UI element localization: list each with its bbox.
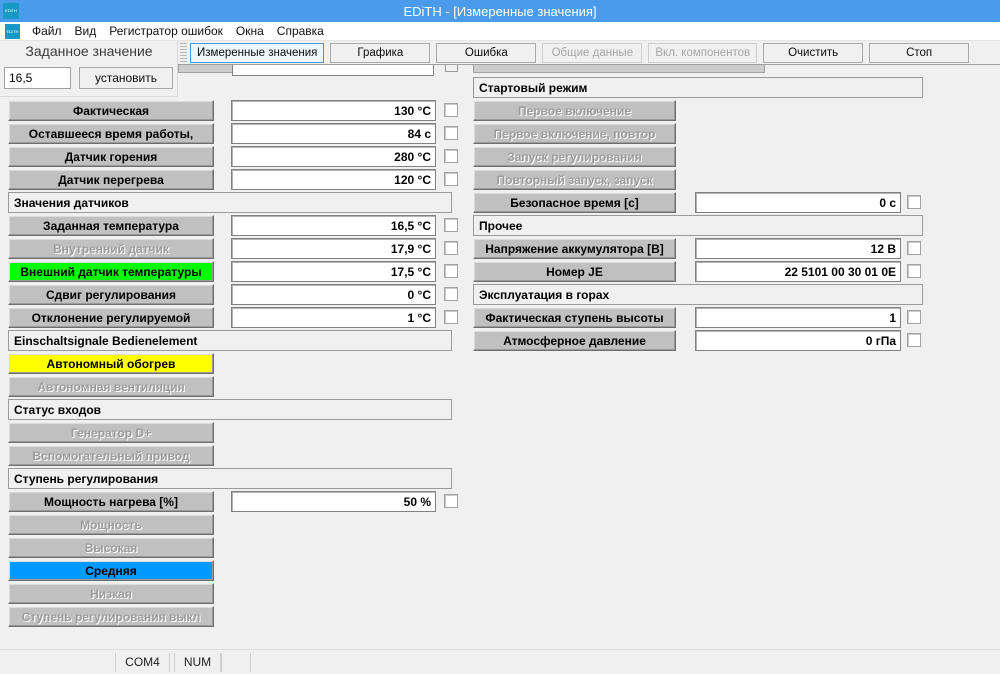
indicator-автономная-вентиляция[interactable]: Автономная вентиляция <box>8 376 214 397</box>
group-header-эксплуатация-в-горах: Эксплуатация в горах <box>473 284 923 305</box>
menu-item-view[interactable]: Вид <box>71 23 106 40</box>
indicator-низкая[interactable]: Низкая <box>8 583 214 604</box>
status-bar: COM4 NUM <box>0 649 1000 674</box>
plot-checkbox-датчик-перегрева[interactable] <box>444 172 458 186</box>
plot-checkbox-сдвиг-регулирования[interactable] <box>444 287 458 301</box>
plot-checkbox-датчик-горения[interactable] <box>444 149 458 163</box>
menu-item-error-logger[interactable]: Регистратор ошибок <box>105 23 232 40</box>
plot-checkbox-мощность-нагрева[interactable] <box>444 494 458 508</box>
clipped-value-field-left <box>232 65 434 76</box>
plot-checkbox-внутренний-датчик[interactable] <box>444 241 458 255</box>
indicator-высокая[interactable]: Высокая <box>8 537 214 558</box>
value-field-фактическая: 130 °C <box>231 100 436 121</box>
indicator-отклонение-регулируемой[interactable]: Отклонение регулируемой <box>8 307 214 328</box>
tab-stop[interactable]: Стоп <box>869 42 970 63</box>
menu-bar: EDiTH Файл Вид Регистратор ошибок Окна С… <box>0 22 1000 41</box>
group-header-стартовый-режим: Стартовый режим <box>473 77 923 98</box>
status-extra-cell <box>221 652 251 672</box>
indicator-номер-je[interactable]: Номер JE <box>473 261 676 282</box>
indicator-безопасное-время-c[interactable]: Безопасное время [c] <box>473 192 676 213</box>
indicator-средняя[interactable]: Средняя <box>8 560 214 581</box>
indicator-мощность[interactable]: Мощность <box>8 514 214 535</box>
value-field-заданная-температура: 16,5 °C <box>231 215 436 236</box>
indicator-датчик-перегрева[interactable]: Датчик перегрева <box>8 169 214 190</box>
group-header-ступень-регулирования: Ступень регулирования <box>8 468 452 489</box>
tab-general-data[interactable]: Общие данные <box>542 42 643 63</box>
measured-values-pane: Фактическая 130 °C Оставшееся время работы… <box>0 65 1000 649</box>
indicator-ступень-регулирования-выкл[interactable]: Ступень регулирования выкл <box>8 606 214 627</box>
indicator-генератор-d[interactable]: Генератор D+ <box>8 422 214 443</box>
clipped-field-right[interactable] <box>473 65 765 73</box>
indicator-вспомогательный-привод[interactable]: Вспомогательный привод <box>8 445 214 466</box>
tab-strip: Измеренные значения Графика Ошибка Общие… <box>178 41 1000 65</box>
indicator-мощность-нагрева[interactable]: Мощность нагрева [%] <box>8 491 214 512</box>
status-spacer <box>0 653 115 672</box>
setpoint-title: Заданное значение <box>25 43 153 59</box>
indicator-первое-включение-повтор[interactable]: Первое включение, повтор <box>473 123 676 144</box>
value-field-мощность-нагрева: 50 % <box>231 491 436 512</box>
plot-checkbox-номер-je[interactable] <box>907 264 921 278</box>
edith-application-window: EDiTH EDiTH - [Измеренные значения] EDiT… <box>0 0 1000 674</box>
title-bar: EDiTH EDiTH - [Измеренные значения] <box>0 0 1000 22</box>
plot-checkbox-оставшееся-время-работы[interactable] <box>444 126 458 140</box>
clipped-checkbox-left[interactable] <box>445 65 458 72</box>
indicator-запуск-регулирования[interactable]: Запуск регулирования <box>473 146 676 167</box>
value-field-напряжение-аккумулятора-в: 12 В <box>695 238 901 259</box>
indicator-напряжение-аккумулятора-в[interactable]: Напряжение аккумулятора [В] <box>473 238 676 259</box>
plot-checkbox-безопасное-время-c[interactable] <box>907 195 921 209</box>
indicator-оставшееся-время-работы[interactable]: Оставшееся время работы, <box>8 123 214 144</box>
plot-checkbox-внешний-датчик-температуры[interactable] <box>444 264 458 278</box>
status-num-lock: NUM <box>174 652 221 672</box>
plot-checkbox-фактическая-ступень-высоты[interactable] <box>907 310 921 324</box>
indicator-заданная-температура[interactable]: Заданная температура <box>8 215 214 236</box>
indicator-внутренний-датчик[interactable]: Внутренний датчик <box>8 238 214 259</box>
value-field-внешний-датчик-температуры: 17,5 °C <box>231 261 436 282</box>
group-header-einschaltsignale-bedienelement: Einschaltsignale Bedienelement <box>8 330 452 351</box>
value-field-внутренний-датчик: 17,9 °C <box>231 238 436 259</box>
menu-item-windows[interactable]: Окна <box>232 23 273 40</box>
value-field-безопасное-время-c: 0 c <box>695 192 901 213</box>
tab-clear[interactable]: Очистить <box>763 42 864 63</box>
tab-graphics[interactable]: Графика <box>330 42 431 63</box>
menu-item-file[interactable]: Файл <box>28 23 71 40</box>
value-field-сдвиг-регулирования: 0 °C <box>231 284 436 305</box>
value-field-датчик-горения: 280 °C <box>231 146 436 167</box>
plot-checkbox-отклонение-регулируемой[interactable] <box>444 310 458 324</box>
edith-menu-icon: EDiTH <box>5 23 20 39</box>
indicator-внешний-датчик-температуры[interactable]: Внешний датчик температуры <box>8 261 214 282</box>
value-field-атмосферное-давление: 0 гПа <box>695 330 901 351</box>
plot-checkbox-фактическая[interactable] <box>444 103 458 117</box>
value-field-датчик-перегрева: 120 °C <box>231 169 436 190</box>
tab-error[interactable]: Ошибка <box>436 42 537 63</box>
value-field-оставшееся-время-работы: 84 c <box>231 123 436 144</box>
indicator-сдвиг-регулирования[interactable]: Сдвиг регулирования <box>8 284 214 305</box>
indicator-фактическая-ступень-высоты[interactable]: Фактическая ступень высоты <box>473 307 676 328</box>
tab-component-activation[interactable]: Вкл. компонентов <box>648 42 758 63</box>
horizontal-scroll-thumb[interactable] <box>178 65 236 73</box>
plot-checkbox-атмосферное-давление[interactable] <box>907 333 921 347</box>
setpoint-apply-button[interactable]: установить <box>79 67 173 89</box>
window-title: EDiTH - [Измеренные значения] <box>403 3 597 19</box>
toolbar-gripper-icon[interactable] <box>180 42 187 63</box>
plot-checkbox-напряжение-аккумулятора-в[interactable] <box>907 241 921 255</box>
value-field-фактическая-ступень-высоты: 1 <box>695 307 901 328</box>
menu-item-help[interactable]: Справка <box>273 23 333 40</box>
value-field-номер-je: 22 5101 00 30 01 0E <box>695 261 901 282</box>
setpoint-input[interactable]: 16,5 <box>4 67 71 89</box>
status-com-port: COM4 <box>115 652 170 672</box>
group-header-прочее: Прочее <box>473 215 923 236</box>
value-field-отклонение-регулируемой: 1 °C <box>231 307 436 328</box>
indicator-фактическая[interactable]: Фактическая <box>8 100 214 121</box>
indicator-первое-включение[interactable]: Первое включение <box>473 100 676 121</box>
indicator-датчик-горения[interactable]: Датчик горения <box>8 146 214 167</box>
indicator-автономный-обогрев[interactable]: Автономный обогрев <box>8 353 214 374</box>
group-header-статус-входов: Статус входов <box>8 399 452 420</box>
plot-checkbox-заданная-температура[interactable] <box>444 218 458 232</box>
tab-measured-values[interactable]: Измеренные значения <box>190 42 325 63</box>
indicator-атмосферное-давление[interactable]: Атмосферное давление <box>473 330 676 351</box>
group-header-значения-датчиков: Значения датчиков <box>8 192 452 213</box>
setpoint-panel: Заданное значение 16,5 установить <box>0 41 178 97</box>
indicator-повторный-запуск-запуск[interactable]: Повторный запуск, запуск <box>473 169 676 190</box>
